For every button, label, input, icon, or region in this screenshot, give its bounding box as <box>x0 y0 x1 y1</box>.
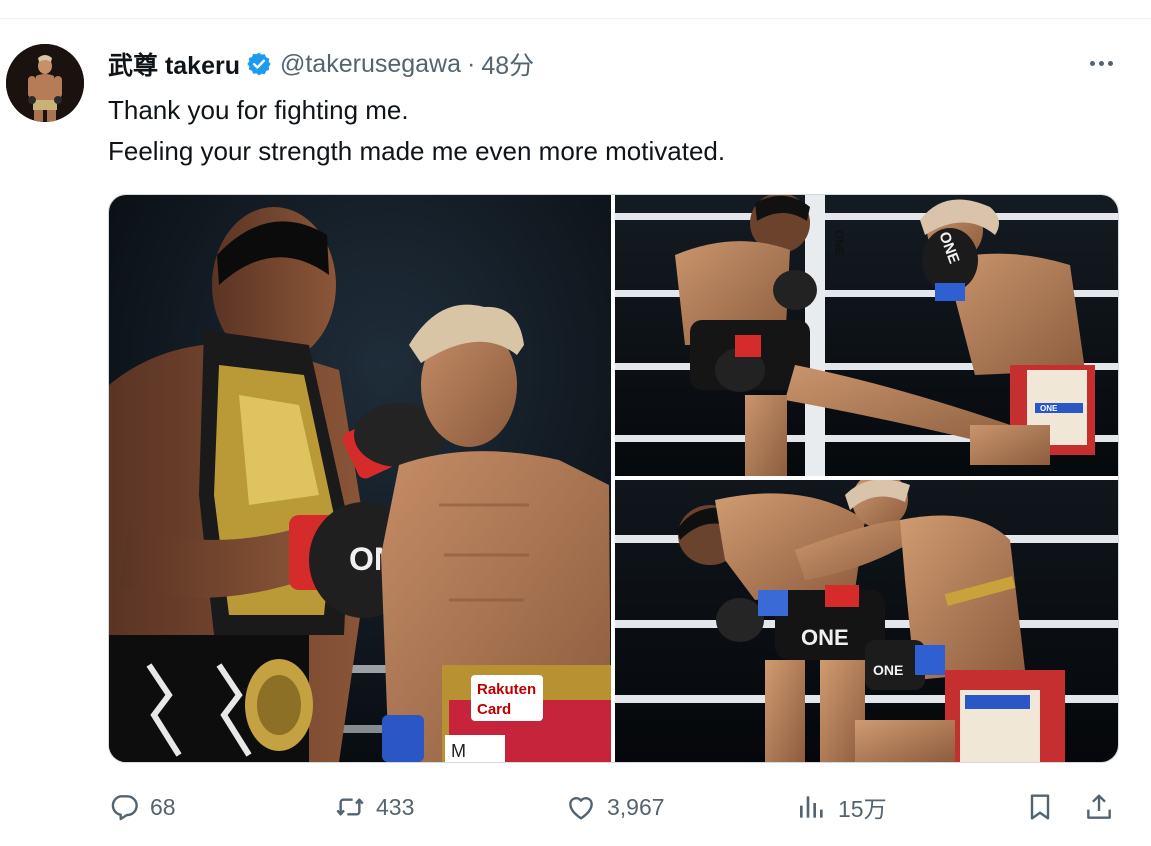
tweet-text: Thank you for fighting me. Feeling your … <box>108 90 725 172</box>
tweet-action-bar: 68 433 3,967 15万 <box>0 784 1151 830</box>
bookmark-icon <box>1030 794 1050 820</box>
tweet-timestamp[interactable]: 48分 <box>481 46 534 82</box>
author-handle[interactable]: @takerusegawa <box>280 50 461 79</box>
like-button[interactable]: 3,967 <box>565 784 665 830</box>
reply-button[interactable]: 68 <box>108 784 176 830</box>
media-photo-2[interactable]: ONE ONE ONE <box>615 195 1118 476</box>
author-display-name[interactable]: 武尊 takeru <box>108 46 240 82</box>
bookmark-button[interactable] <box>1024 784 1056 830</box>
retweet-button[interactable]: 433 <box>334 784 414 830</box>
reply-count: 68 <box>150 793 176 820</box>
glove-logo-text: ONE <box>873 662 903 678</box>
author-avatar[interactable] <box>6 44 84 122</box>
top-divider <box>0 18 1151 19</box>
speech-bubble-icon <box>111 795 138 821</box>
share-upload-icon <box>1087 794 1111 819</box>
retweet-arrows-icon <box>336 798 364 816</box>
media-photo-1[interactable]: ONE Rakuten Card M <box>109 195 611 762</box>
more-dot <box>1107 60 1113 66</box>
more-dot <box>1098 60 1104 66</box>
tweet-header: 武尊 takeru @takerusegawa · 48分 <box>108 46 534 82</box>
views-button[interactable]: 15万 <box>796 784 887 830</box>
more-dots-icon <box>1089 60 1095 66</box>
corner-pad-text: ONE <box>832 230 846 256</box>
media-grid: ONE Rakuten Card M <box>108 194 1119 763</box>
retweet-count: 433 <box>376 793 415 820</box>
media-photo-3[interactable]: ONE ONE <box>615 480 1118 762</box>
sponsor-rakuten-text: Rakuten <box>477 681 536 698</box>
tweet-text-line: Thank you for fighting me. <box>108 95 409 125</box>
more-options-button[interactable] <box>1081 50 1121 76</box>
header-separator: · <box>467 49 476 78</box>
trunks-letter-text: M <box>451 741 466 761</box>
tweet-text-line: Feeling your strength made me even more … <box>108 136 726 166</box>
verified-badge-icon[interactable] <box>246 51 272 77</box>
trunks-logo-text: ONE <box>1040 404 1058 413</box>
avatar-photo-icon <box>6 44 84 122</box>
share-button[interactable] <box>1083 784 1115 830</box>
bar-chart-icon <box>800 796 823 818</box>
like-count: 3,967 <box>607 793 665 820</box>
trunks-logo-text: ONE <box>801 625 849 650</box>
sponsor-card-text: Card <box>477 701 511 718</box>
heart-icon <box>569 797 593 820</box>
views-count: 15万 <box>838 796 887 822</box>
